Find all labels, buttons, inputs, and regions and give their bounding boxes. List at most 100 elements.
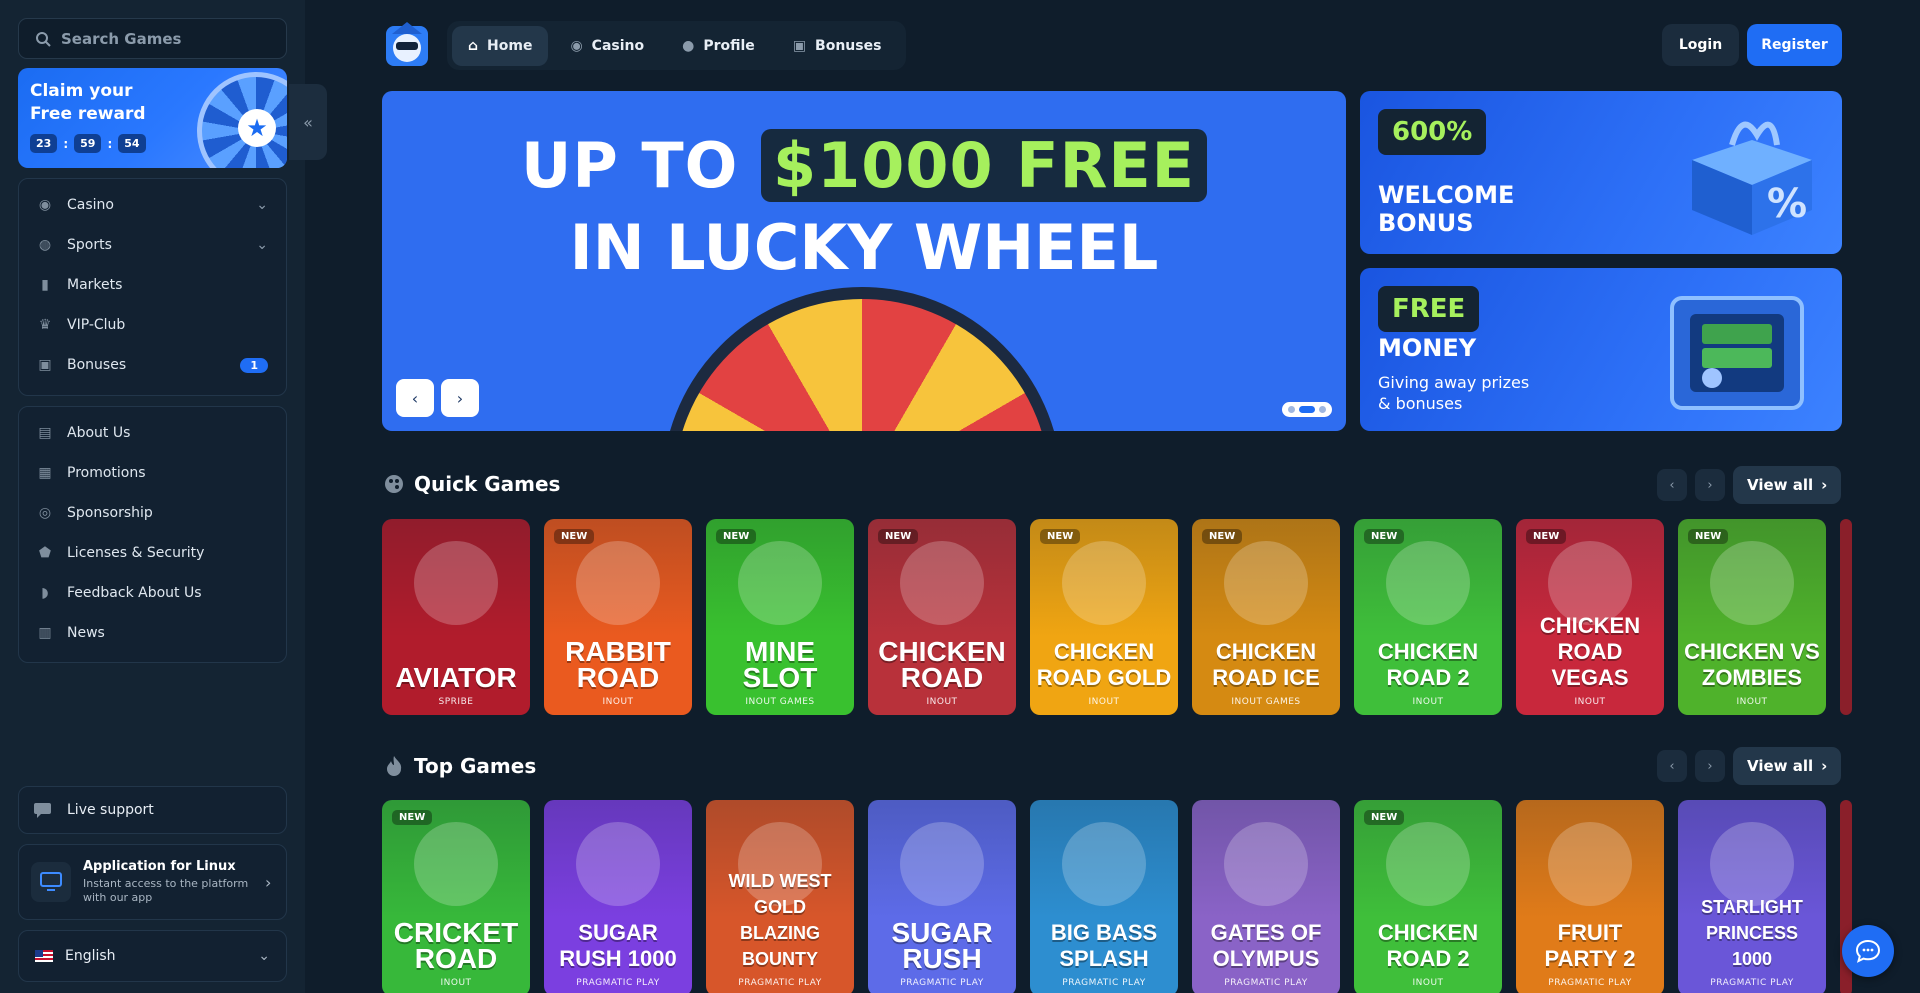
tab-bonuses[interactable]: ▣ Bonuses (777, 26, 898, 66)
linux-app-card[interactable]: Application for Linux Instant access to … (18, 844, 287, 920)
game-card[interactable]: NEW MINE SLOT INOUT GAMES (706, 519, 854, 715)
game-card[interactable]: FRUIT PARTY 2 PRAGMATIC PLAY (1516, 800, 1664, 993)
gift-icon: ▣ (792, 37, 807, 54)
search-input[interactable]: Search Games (18, 18, 287, 59)
register-button[interactable]: Register (1747, 24, 1842, 66)
game-name: FRUIT PARTY 2 (1544, 920, 1636, 971)
free-reward-banner[interactable]: Claim your Free reward 23: 59: 54 (18, 68, 287, 168)
welcome-bonus-banner[interactable]: 600% WELCOME BONUS % (1360, 91, 1842, 254)
chevron-left-icon: ‹ (1669, 477, 1675, 493)
free-money-banner[interactable]: FREE MONEY Giving away prizes & bonuses (1360, 268, 1842, 431)
top-games-prev-button[interactable]: ‹ (1657, 750, 1687, 782)
sidebar-item-sponsorship[interactable]: ◎ Sponsorship (19, 493, 286, 533)
sidebar-item-casino[interactable]: ◉ Casino ⌄ (19, 185, 286, 225)
game-card[interactable]: SUGAR RUSH 1000 PRAGMATIC PLAY (544, 800, 692, 993)
timer-hours: 23 (30, 134, 58, 153)
new-badge: NEW (1526, 529, 1567, 544)
sidebar-item-feedback-about-us[interactable]: ◗ Feedback About Us (19, 573, 286, 613)
hero-prev-button[interactable]: ‹ (396, 379, 434, 417)
hero-banner[interactable]: UP TO $1000 FREE IN LUCKY WHEEL ‹ › (382, 91, 1346, 431)
game-card[interactable]: GATES OF OLYMPUS PRAGMATIC PLAY (1192, 800, 1340, 993)
gift-icon: ▣ (38, 357, 52, 373)
sidebar-item-news[interactable]: ▥ News (19, 613, 286, 653)
safe-money-icon (1670, 296, 1804, 410)
slide-dot[interactable] (1288, 406, 1295, 413)
sidebar-item-sports[interactable]: ◍ Sports ⌄ (19, 225, 286, 265)
sidebar-item-promotions[interactable]: ▦ Promotions (19, 453, 286, 493)
game-card[interactable]: STARLIGHT PRINCESS 1000 PRAGMATIC PLAY (1678, 800, 1826, 993)
tab-profile[interactable]: ● Profile (666, 26, 771, 66)
game-card[interactable]: NEW CHICKEN ROAD ICE INOUT GAMES (1192, 519, 1340, 715)
site-logo[interactable] (386, 22, 428, 68)
book-icon: ▤ (38, 425, 52, 441)
game-card[interactable]: NEW CRICKET ROAD INOUT (382, 800, 530, 993)
game-card[interactable]: BIG BASS SPLASH PRAGMATIC PLAY (1030, 800, 1178, 993)
sidebar-item-label: Promotions (67, 465, 146, 481)
game-card[interactable]: SUGAR RUSH PRAGMATIC PLAY (868, 800, 1016, 993)
game-card[interactable]: NEW CHICKEN ROAD 2 INOUT (1354, 519, 1502, 715)
chevron-right-icon: › (1707, 758, 1713, 774)
game-provider: PRAGMATIC PLAY (738, 978, 822, 988)
sidebar-item-vip-club[interactable]: ♛ VIP-Club (19, 305, 286, 345)
quick-games-prev-button[interactable]: ‹ (1657, 469, 1687, 501)
hero-next-button[interactable]: › (441, 379, 479, 417)
top-games-controls: ‹ › View all › (1657, 747, 1842, 785)
game-card[interactable]: AVIATOR SPRIBE (382, 519, 530, 715)
game-artwork (1062, 541, 1146, 625)
dice-icon (385, 475, 403, 493)
lucky-wheel-graphic (662, 287, 1062, 431)
quick-games-next-button[interactable]: › (1695, 469, 1725, 501)
tab-home[interactable]: ⌂ Home (452, 25, 549, 66)
game-name: CHICKEN VS ZOMBIES (1684, 639, 1820, 690)
app-title: Application for Linux (83, 859, 236, 874)
chat-launcher-button[interactable] (1842, 925, 1894, 977)
free-chip: FREE (1378, 286, 1480, 332)
hero-highlight: $1000 FREE (760, 129, 1208, 202)
quick-games-view-all[interactable]: View all › (1733, 466, 1842, 504)
game-card[interactable]: NEW CHICKEN ROAD INOUT (868, 519, 1016, 715)
reward-timer: 23: 59: 54 (30, 134, 146, 153)
game-provider: INOUT GAMES (1231, 697, 1301, 707)
game-provider: PRAGMATIC PLAY (1548, 978, 1632, 988)
game-card[interactable]: NEW CHICKEN ROAD VEGAS INOUT (1516, 519, 1664, 715)
chevron-right-icon: › (1707, 477, 1713, 493)
game-card[interactable]: NEW CHICKEN ROAD 2 INOUT (1354, 800, 1502, 993)
welcome-bonus-title: WELCOME BONUS (1378, 181, 1515, 237)
game-name: SUGAR RUSH 1000 (559, 920, 677, 971)
bonuses-count-badge: 1 (240, 357, 268, 373)
slide-dot-active[interactable] (1299, 406, 1315, 413)
game-provider: PRAGMATIC PLAY (1062, 978, 1146, 988)
game-card[interactable]: WILD WEST GOLD BLAZING BOUNTY PRAGMATIC P… (706, 800, 854, 993)
top-games-view-all[interactable]: View all › (1733, 747, 1842, 785)
game-artwork (576, 822, 660, 906)
game-card[interactable]: NEW CHICKEN ROAD GOLD INOUT (1030, 519, 1178, 715)
game-artwork (414, 822, 498, 906)
sidebar-item-bonuses[interactable]: ▣ Bonuses 1 (19, 345, 286, 385)
sidebar-item-label: Feedback About Us (67, 585, 202, 601)
language-select[interactable]: English ⌄ (18, 930, 287, 982)
main-nav: ◉ Casino ⌄ ◍ Sports ⌄ ▮ Markets ♛ VIP-Club ▣ Bonuse… (18, 178, 287, 396)
game-card-partial[interactable] (1840, 519, 1852, 715)
new-badge: NEW (1364, 529, 1405, 544)
top-games-next-button[interactable]: › (1695, 750, 1725, 782)
game-artwork (576, 541, 660, 625)
live-support-button[interactable]: Live support (18, 786, 287, 834)
game-card[interactable]: NEW CHICKEN VS ZOMBIES INOUT (1678, 519, 1826, 715)
game-artwork (1062, 822, 1146, 906)
candlestick-icon: ▮ (41, 277, 49, 293)
game-name: CRICKET ROAD (393, 917, 519, 974)
sidebar-item-markets[interactable]: ▮ Markets (19, 265, 286, 305)
search-icon (36, 31, 51, 47)
language-label: English (65, 948, 116, 964)
slide-dot[interactable] (1319, 406, 1326, 413)
sidebar-item-licenses-security[interactable]: ⬟ Licenses & Security (19, 533, 286, 573)
chevron-right-icon: › (1821, 476, 1828, 494)
game-provider: SPRIBE (438, 697, 474, 707)
live-support-label: Live support (67, 802, 154, 818)
game-card[interactable]: NEW RABBIT ROAD INOUT (544, 519, 692, 715)
tab-casino[interactable]: ◉ Casino (554, 26, 660, 66)
collapse-sidebar-button[interactable]: « (289, 84, 327, 160)
login-button[interactable]: Login (1662, 24, 1739, 66)
sidebar-item-about-us[interactable]: ▤ About Us (19, 413, 286, 453)
chevron-right-icon: › (265, 872, 272, 892)
